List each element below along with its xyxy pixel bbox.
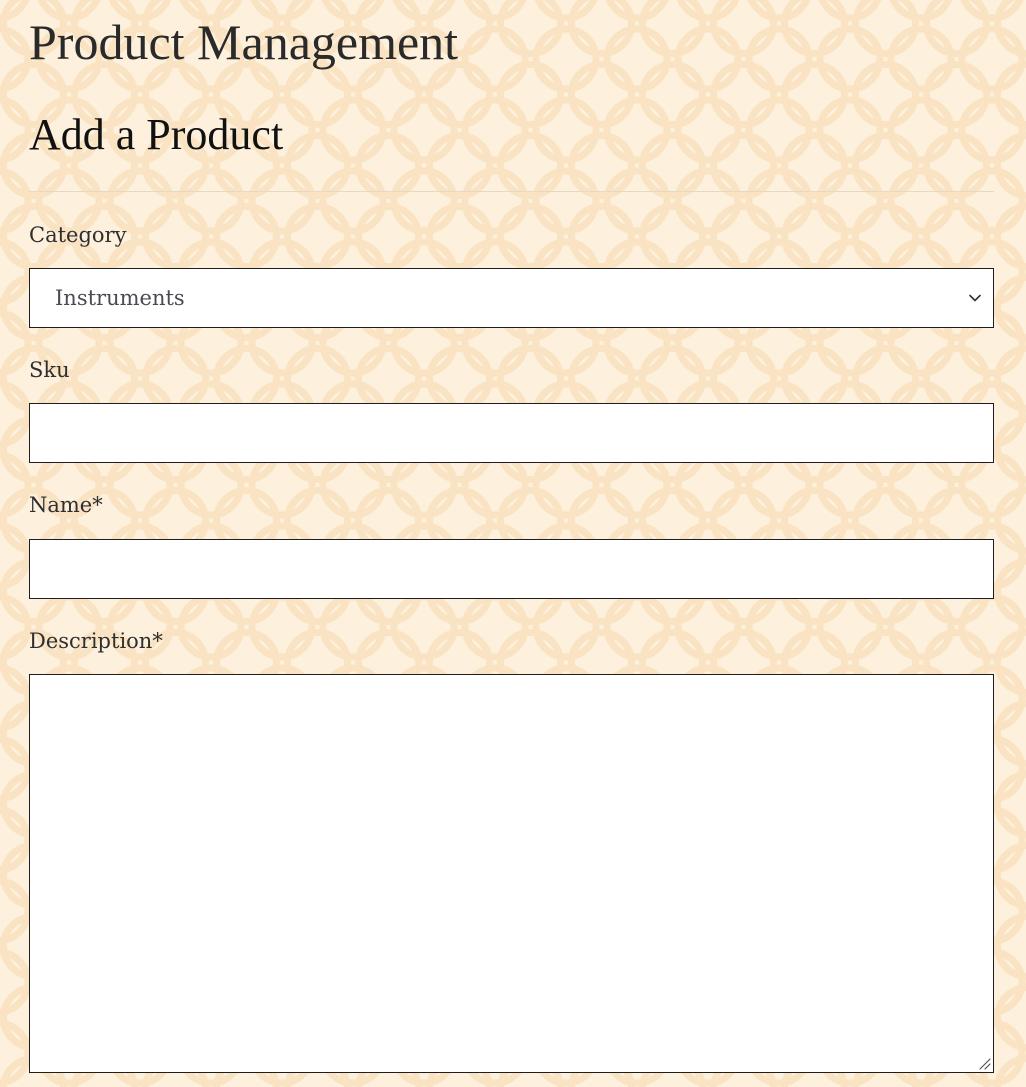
name-label: Name* (29, 493, 103, 517)
sku-label: Sku (29, 358, 70, 382)
chevron-down-icon (969, 294, 981, 302)
category-selected-value: Instruments (55, 286, 185, 310)
section-title: Add a Product (29, 110, 284, 159)
category-select[interactable]: Instruments (29, 268, 994, 328)
resize-grip-icon[interactable] (977, 1056, 991, 1070)
page-title: Product Management (29, 14, 459, 70)
sku-input[interactable] (29, 403, 994, 463)
name-input[interactable] (29, 539, 994, 599)
description-label: Description* (29, 629, 163, 653)
divider (29, 191, 994, 192)
description-textarea[interactable] (29, 674, 994, 1073)
category-label: Category (29, 223, 127, 247)
